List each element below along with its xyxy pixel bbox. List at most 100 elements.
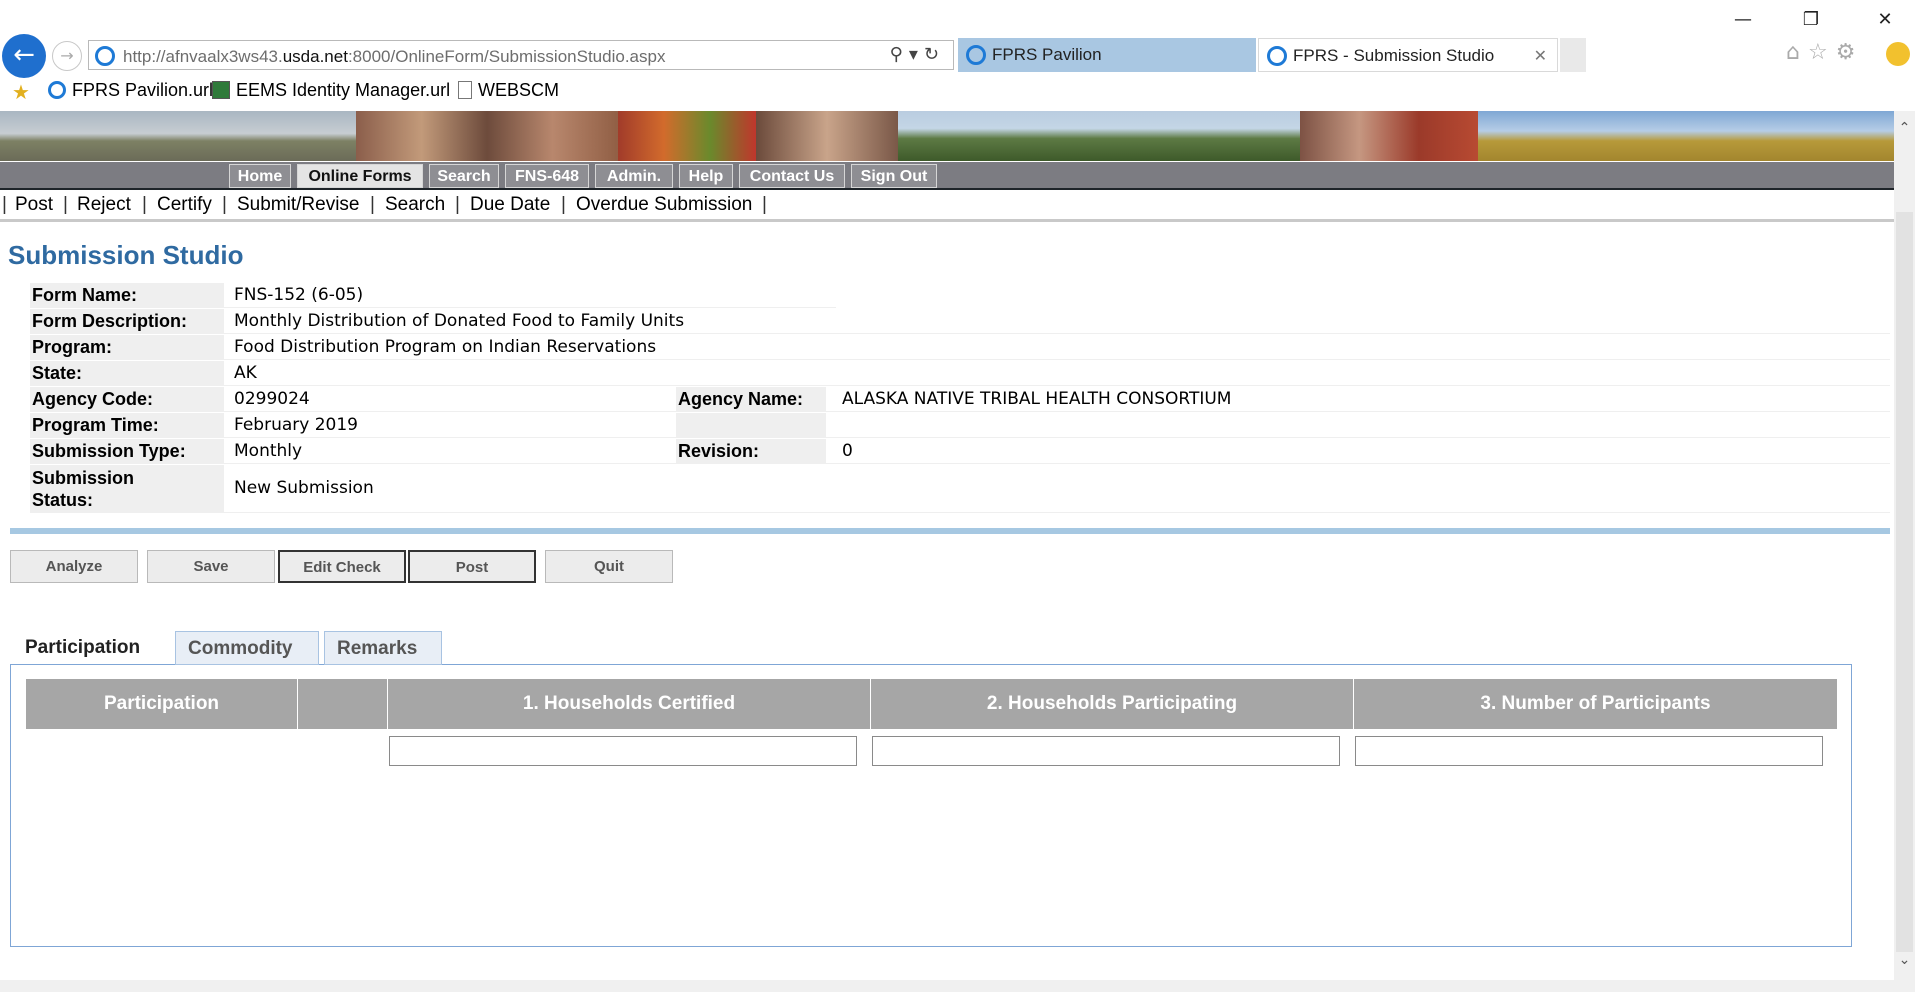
settings-gear-icon[interactable]: ⚙ bbox=[1836, 40, 1864, 65]
submission-status-label: Submission Status: bbox=[30, 465, 224, 513]
scroll-down-icon[interactable]: ⌄ bbox=[1894, 952, 1915, 972]
favorite-fprs-pavilion[interactable]: FPRS Pavilion.url bbox=[48, 80, 213, 101]
tab-commodity[interactable]: Commodity bbox=[175, 631, 319, 665]
favorites-star-add-icon[interactable]: ★ bbox=[12, 80, 30, 104]
arrow-left-icon: ← bbox=[13, 40, 35, 70]
nav-home[interactable]: Home bbox=[229, 164, 291, 188]
browser-tab-fprs-pavilion[interactable]: FPRS Pavilion bbox=[958, 38, 1256, 72]
subnav-search[interactable]: Search bbox=[385, 194, 445, 216]
address-url[interactable]: http://afnvaalx3ws43.usda.net:8000/Onlin… bbox=[123, 47, 665, 67]
form-description-value: Monthly Distribution of Donated Food to … bbox=[234, 311, 685, 331]
banner-image-kids bbox=[1300, 111, 1478, 161]
restore-icon[interactable]: ❐ bbox=[1788, 6, 1834, 34]
site-banner bbox=[0, 111, 1894, 161]
close-window-icon[interactable]: ✕ bbox=[1862, 6, 1908, 34]
form-name-label: Form Name: bbox=[30, 283, 224, 308]
form-name-value: FNS-152 (6-05) bbox=[234, 285, 364, 305]
nav-contact-us[interactable]: Contact Us bbox=[739, 164, 845, 188]
close-tab-icon[interactable]: ✕ bbox=[1534, 39, 1547, 73]
tab-title: FPRS Pavilion bbox=[992, 45, 1102, 64]
tab-remarks[interactable]: Remarks bbox=[324, 631, 442, 665]
scroll-up-icon[interactable]: ⌃ bbox=[1894, 120, 1915, 140]
refresh-icon[interactable]: ↻ bbox=[924, 44, 945, 65]
analyze-button[interactable]: Analyze bbox=[10, 550, 138, 583]
households-participating-input[interactable] bbox=[872, 736, 1340, 766]
arrow-right-icon: → bbox=[60, 46, 74, 65]
feedback-smiley-icon[interactable] bbox=[1886, 42, 1910, 66]
revision-label: Revision: bbox=[676, 439, 826, 464]
favorites-star-icon[interactable]: ☆ bbox=[1808, 40, 1836, 65]
ie-icon bbox=[966, 45, 986, 65]
ie-icon bbox=[1267, 46, 1287, 66]
banner-image-farm bbox=[0, 111, 356, 161]
subnav-overdue-submission[interactable]: Overdue Submission bbox=[576, 194, 752, 216]
ie-icon bbox=[48, 81, 66, 99]
favorite-eems-identity-manager[interactable]: EEMS Identity Manager.url bbox=[212, 80, 450, 101]
program-value: Food Distribution Program on Indian Rese… bbox=[234, 337, 657, 357]
subnav-reject[interactable]: Reject bbox=[77, 194, 131, 216]
dropdown-icon[interactable]: ▾ bbox=[909, 44, 924, 65]
info-row-submission-status: Submission Status: New Submission bbox=[30, 465, 1890, 513]
search-icon[interactable]: ⚲ bbox=[890, 44, 909, 65]
nav-search[interactable]: Search bbox=[429, 164, 499, 188]
empty-label-cell bbox=[676, 413, 826, 438]
sub-nav: | Post | Reject | Certify | Submit/Revis… bbox=[0, 192, 1894, 222]
program-time-label: Program Time: bbox=[30, 413, 224, 438]
banner-image-produce bbox=[618, 111, 756, 161]
form-description-label: Form Description: bbox=[30, 309, 224, 334]
subnav-post[interactable]: Post bbox=[15, 194, 53, 216]
edit-check-button[interactable]: Edit Check bbox=[278, 550, 406, 583]
save-button[interactable]: Save bbox=[147, 550, 275, 583]
banner-image-people bbox=[756, 111, 898, 161]
back-button[interactable]: ← bbox=[2, 34, 46, 78]
favorite-webscm[interactable]: WEBSCM bbox=[458, 80, 559, 101]
banner-image-family bbox=[356, 111, 618, 161]
tab-participation[interactable]: Participation bbox=[12, 630, 170, 664]
agency-name-value: ALASKA NATIVE TRIBAL HEALTH CONSORTIUM bbox=[842, 389, 1232, 409]
header-households-certified: 1. Households Certified bbox=[388, 679, 871, 729]
post-button[interactable]: Post bbox=[408, 550, 536, 583]
address-bar[interactable]: http://afnvaalx3ws43.usda.net:8000/Onlin… bbox=[88, 40, 954, 70]
header-participation: Participation bbox=[26, 679, 298, 729]
revision-value: 0 bbox=[842, 441, 853, 461]
subnav-submit-revise[interactable]: Submit/Revise bbox=[237, 194, 360, 216]
households-certified-input[interactable] bbox=[389, 736, 857, 766]
browser-tab-submission-studio[interactable]: FPRS - Submission Studio ✕ bbox=[1258, 38, 1558, 72]
subnav-certify[interactable]: Certify bbox=[157, 194, 212, 216]
home-icon[interactable]: ⌂ bbox=[1786, 40, 1808, 65]
header-blank bbox=[298, 679, 388, 729]
section-divider bbox=[10, 528, 1890, 534]
agency-code-value: 0299024 bbox=[234, 389, 310, 409]
subnav-due-date[interactable]: Due Date bbox=[470, 194, 550, 216]
submission-type-value: Monthly bbox=[234, 441, 303, 461]
nav-online-forms[interactable]: Online Forms bbox=[297, 164, 423, 188]
nav-fns-648[interactable]: FNS-648 bbox=[505, 164, 589, 188]
main-nav: Home Online Forms Search FNS-648 Admin. … bbox=[0, 162, 1894, 190]
header-households-participating: 2. Households Participating bbox=[871, 679, 1354, 729]
agency-name-label: Agency Name: bbox=[676, 387, 826, 412]
header-number-of-participants: 3. Number of Participants bbox=[1354, 679, 1837, 729]
program-label: Program: bbox=[30, 335, 224, 360]
browser-chrome: — ❐ ✕ ← → http://afnvaalx3ws43.usda.net:… bbox=[0, 0, 1915, 110]
eems-icon bbox=[212, 81, 230, 99]
nav-admin[interactable]: Admin. bbox=[595, 164, 673, 188]
new-tab-button[interactable] bbox=[1560, 38, 1586, 72]
status-bar bbox=[0, 980, 1915, 992]
forward-button[interactable]: → bbox=[52, 41, 82, 71]
submission-type-label: Submission Type: bbox=[30, 439, 224, 464]
info-row-submission-type: Submission Type: Monthly Revision: 0 bbox=[30, 439, 1890, 464]
number-of-participants-input[interactable] bbox=[1355, 736, 1823, 766]
agency-code-label: Agency Code: bbox=[30, 387, 224, 412]
program-time-value: February 2019 bbox=[234, 415, 358, 435]
quit-button[interactable]: Quit bbox=[545, 550, 673, 583]
ie-icon bbox=[95, 46, 115, 66]
minimize-icon[interactable]: — bbox=[1720, 6, 1766, 34]
info-row-form-name: Form Name: FNS-152 (6-05) bbox=[30, 283, 836, 308]
state-value: AK bbox=[234, 363, 257, 383]
nav-help[interactable]: Help bbox=[679, 164, 733, 188]
info-row-program-time: Program Time: February 2019 bbox=[30, 413, 1890, 438]
submission-status-value: New Submission bbox=[234, 478, 374, 498]
nav-sign-out[interactable]: Sign Out bbox=[851, 164, 937, 188]
scrollbar-thumb[interactable] bbox=[1896, 212, 1913, 952]
info-row-form-description: Form Description: Monthly Distribution o… bbox=[30, 309, 1890, 334]
